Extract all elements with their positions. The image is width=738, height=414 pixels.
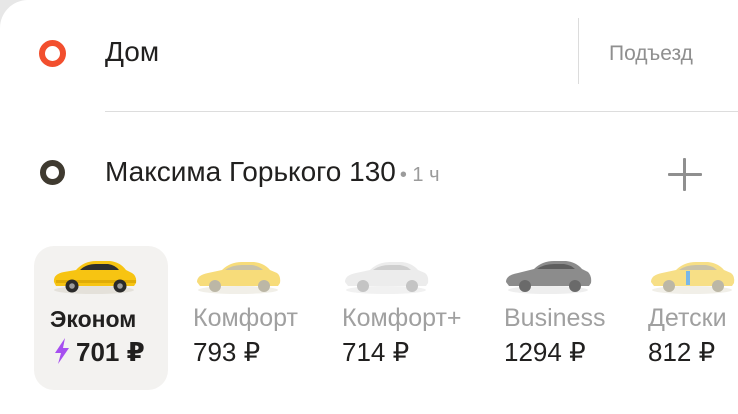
- tariff-name: Business: [504, 304, 606, 332]
- tariff-name: Детски: [648, 304, 727, 332]
- destination-marker-icon: [40, 160, 65, 185]
- add-stop-plus-icon[interactable]: [664, 153, 706, 195]
- tariff-carousel[interactable]: Эконом 701 ₽ Комфорт 793 ₽ Комфорт+ 714 …: [0, 246, 738, 396]
- comfort-car-icon: [197, 262, 281, 294]
- tariff-econom[interactable]: Эконом 701 ₽: [34, 246, 168, 390]
- tariff-business[interactable]: Business 1294 ₽: [494, 246, 624, 390]
- route-panel: Дом Подъезд Максима Горького 130 • 1 ч Эк…: [0, 0, 738, 414]
- destination-address-text: Максима Горького 130: [105, 156, 396, 187]
- tariff-price: 701 ₽: [54, 337, 145, 368]
- tariff-comfort-plus[interactable]: Комфорт+ 714 ₽: [330, 246, 480, 390]
- tariff-child[interactable]: Детски 812 ₽: [638, 246, 738, 390]
- entrance-button[interactable]: Подъезд: [609, 42, 693, 66]
- route-divider: [105, 111, 738, 112]
- origin-address[interactable]: Дом: [105, 36, 159, 68]
- tariff-price: 1294 ₽: [504, 337, 586, 367]
- tariff-price: 812 ₽: [648, 337, 716, 367]
- origin-marker-icon: [39, 40, 66, 67]
- destination-address[interactable]: Максима Горького 130 • 1 ч: [105, 156, 440, 188]
- tariff-price: 793 ₽: [193, 337, 261, 367]
- entrance-divider: [578, 18, 579, 84]
- econom-car-icon: [53, 261, 137, 294]
- tariff-price: 714 ₽: [342, 337, 410, 367]
- tariff-comfort[interactable]: Комфорт 793 ₽: [180, 246, 320, 390]
- tariff-name: Комфорт: [193, 304, 298, 332]
- tariff-price-value: 701 ₽: [76, 337, 145, 367]
- child-car-icon: [651, 262, 735, 294]
- destination-eta: • 1 ч: [399, 164, 440, 186]
- tariff-name: Эконом: [50, 306, 137, 332]
- route-to-row[interactable]: Максима Горького 130 • 1 ч: [0, 128, 738, 218]
- comfort-plus-car-icon: [345, 262, 429, 294]
- lightning-icon: [55, 338, 69, 364]
- tariff-name: Комфорт+: [342, 304, 462, 332]
- business-car-icon: [506, 261, 592, 294]
- route-from-row[interactable]: Дом Подъезд: [0, 10, 738, 96]
